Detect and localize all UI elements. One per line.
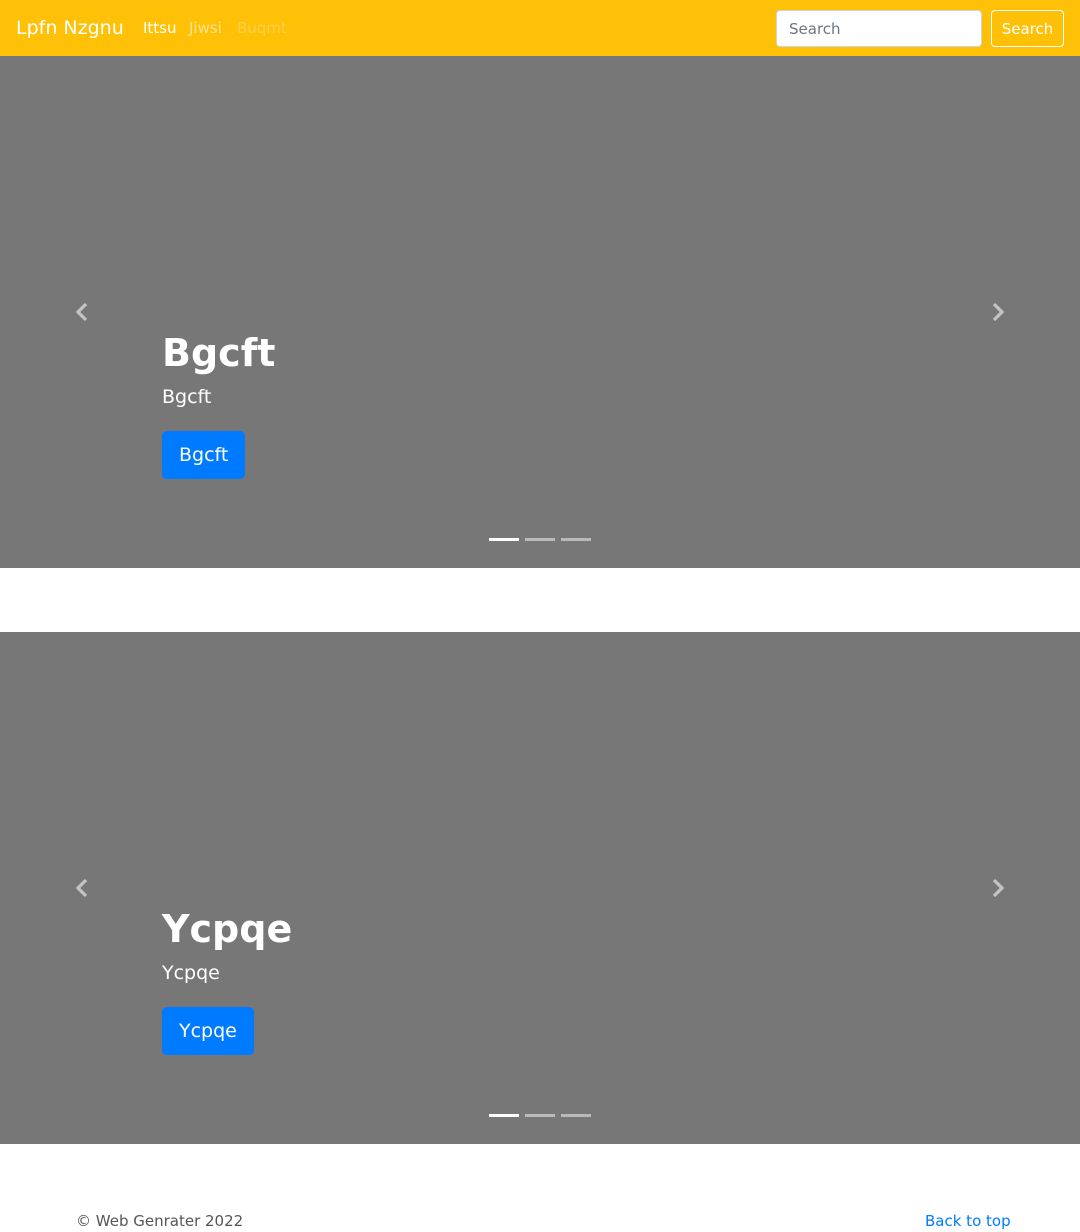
chevron-right-icon: [992, 878, 1005, 898]
carousel-2: Ycpqe Ycpqe Ycpqe: [0, 632, 1080, 1144]
carousel-prev-button[interactable]: [72, 878, 92, 898]
carousel-cta-button[interactable]: Bgcft: [162, 431, 246, 479]
chevron-left-icon: [75, 878, 88, 898]
carousel-indicator-3[interactable]: [561, 538, 591, 541]
footer-copyright: © Web Genrater 2022: [76, 1212, 244, 1230]
carousel-1: Bgcft Bgcft Bgcft: [0, 56, 1080, 568]
brand-logo-link[interactable]: Lpfn Nzgnu: [16, 15, 124, 41]
search-input[interactable]: [776, 10, 982, 47]
carousel-indicator-3[interactable]: [561, 1114, 591, 1117]
chevron-left-icon: [75, 302, 88, 322]
top-navbar: Lpfn Nzgnu Ittsu Jiwsi Buqmt Search: [0, 0, 1080, 56]
carousel-indicator-2[interactable]: [525, 538, 555, 541]
nav-link-2[interactable]: Jiwsi: [189, 18, 222, 38]
carousel-indicator-2[interactable]: [525, 1114, 555, 1117]
carousel-title: Bgcft: [162, 331, 276, 375]
back-to-top-link[interactable]: Back to top: [925, 1211, 1011, 1231]
carousel-caption: Bgcft Bgcft Bgcft: [162, 329, 275, 479]
carousel-indicator-1[interactable]: [489, 1114, 519, 1117]
carousel-text: Ycpqe: [162, 962, 220, 984]
search-button[interactable]: Search: [991, 10, 1064, 47]
carousel-cta-button[interactable]: Ycpqe: [162, 1007, 254, 1055]
nav-link-1[interactable]: Ittsu: [143, 18, 177, 38]
carousel-prev-button[interactable]: [72, 302, 92, 322]
carousel-text: Bgcft: [162, 386, 212, 408]
carousel-next-button[interactable]: [988, 302, 1008, 322]
carousel-caption: Ycpqe Ycpqe Ycpqe: [162, 905, 292, 1055]
chevron-right-icon: [992, 302, 1005, 322]
carousel-title: Ycpqe: [162, 907, 293, 951]
carousel-next-button[interactable]: [988, 878, 1008, 898]
carousel-indicator-1[interactable]: [489, 538, 519, 541]
nav-link-3[interactable]: Buqmt: [237, 18, 287, 38]
